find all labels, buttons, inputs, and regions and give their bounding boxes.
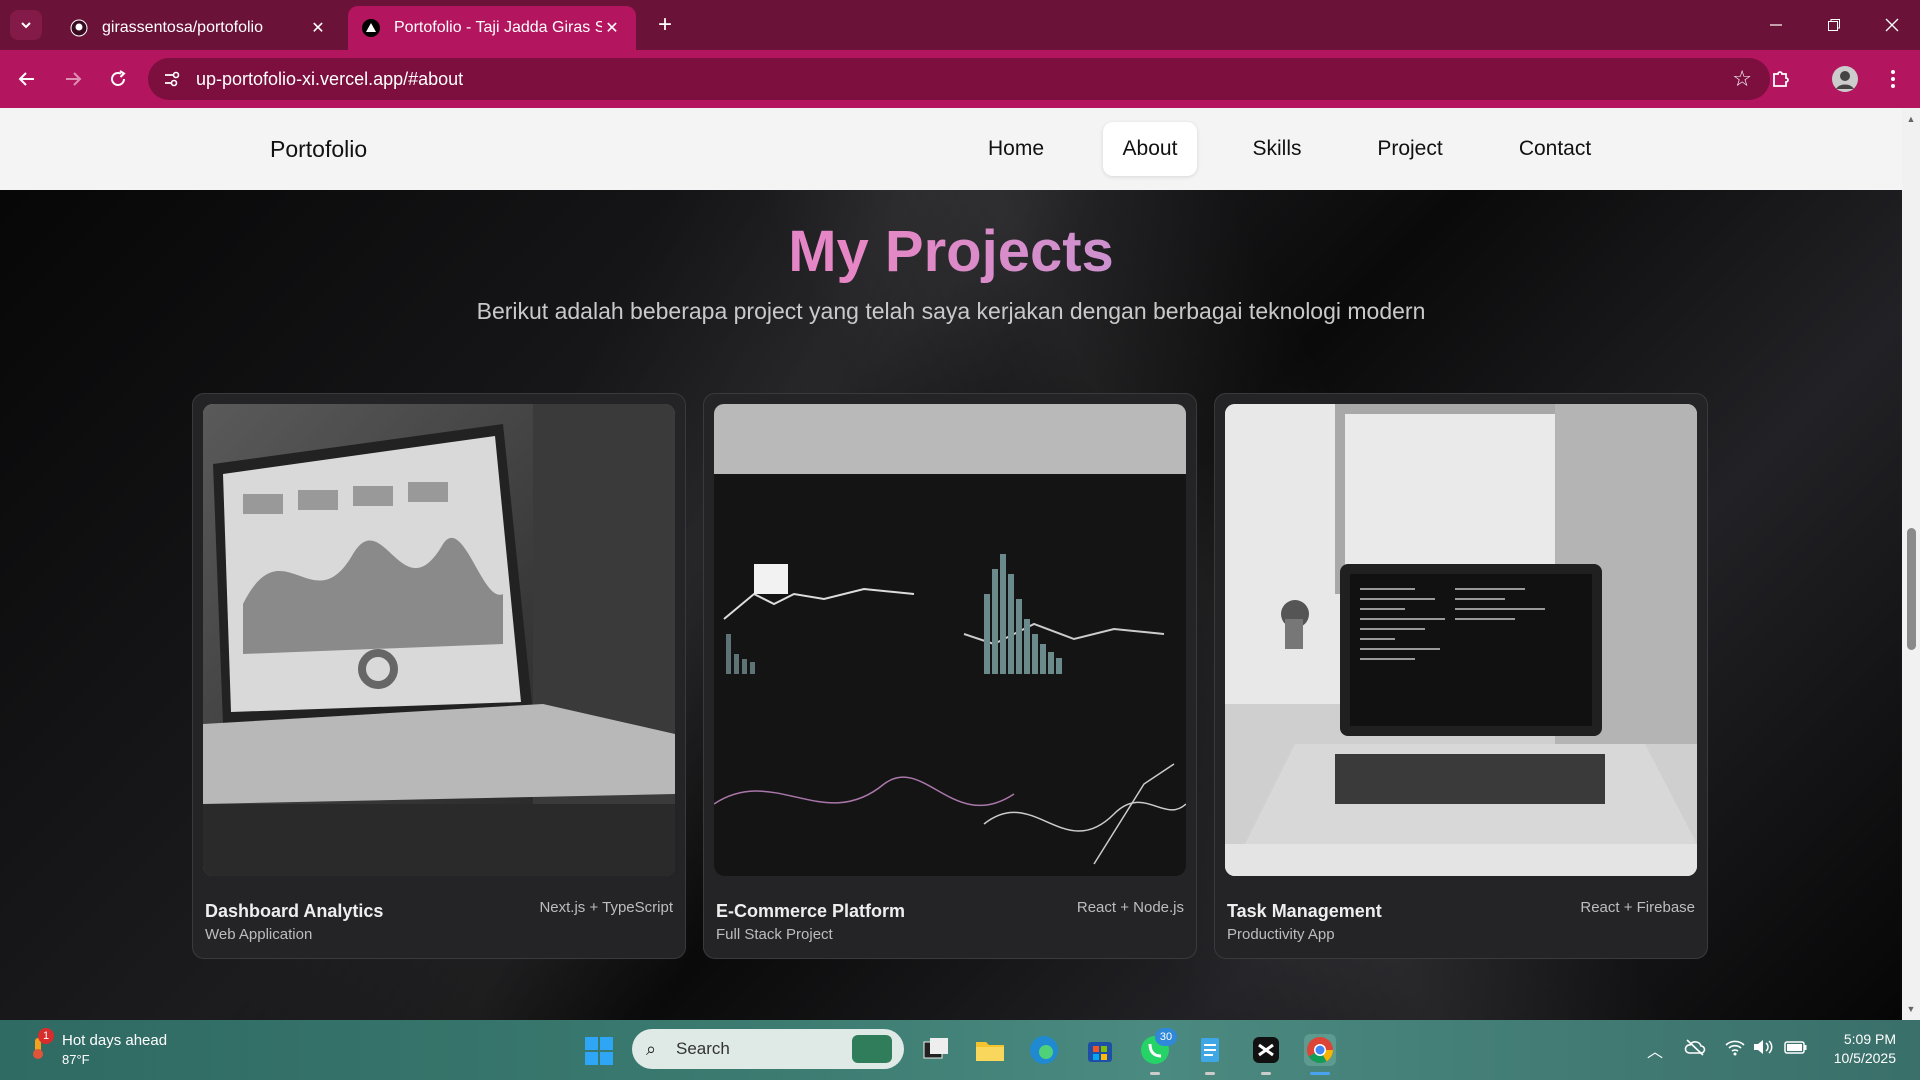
site-navbar: Portofolio Home About Skills Project Con… [0,108,1902,190]
close-icon [1885,18,1899,32]
window-close-button[interactable] [1864,0,1920,50]
minimize-icon [1770,24,1782,26]
projects-title: My Projects [0,218,1902,285]
project-category: Web Application [205,926,313,943]
chevron-up-icon[interactable]: ︿ [1644,1038,1666,1061]
scroll-up-icon[interactable]: ▲ [1906,114,1916,124]
browser-tab-portfolio[interactable]: Portofolio - Taji Jadda Giras Sentosa ✕ [348,6,636,50]
running-indicator [1205,1072,1215,1075]
browser-menu-button[interactable] [1878,64,1908,94]
project-name: Task Management [1227,901,1382,921]
windows-start-icon[interactable] [584,1036,614,1066]
profile-button[interactable] [1830,64,1860,94]
restore-icon [1828,19,1840,31]
weather-title: Hot days ahead [62,1032,168,1049]
restore-button[interactable] [1806,0,1862,50]
arrow-right-icon [66,72,82,86]
project-name: E-Commerce Platform [716,901,906,921]
reload-button[interactable] [103,64,133,94]
tab-search-button[interactable] [10,10,42,40]
onedrive-offline-icon[interactable] [1684,1038,1706,1060]
page-scrollbar[interactable]: ▲ ▼ [1902,108,1920,1020]
project-card-task[interactable]: Task Management Productivity App React +… [1214,393,1708,959]
project-tech: Next.js + TypeScript [539,899,673,916]
taskbar-search-box[interactable]: ⌕ Search [632,1029,904,1069]
laptop-code-photo [1225,404,1697,876]
running-indicator [1150,1072,1160,1075]
puzzle-icon [1773,71,1789,87]
nav-home[interactable]: Home [974,122,1058,176]
project-category: Full Stack Project [716,926,833,943]
extensions-button[interactable] [1766,64,1796,94]
project-tech: React + Firebase [1580,899,1695,916]
project-card-dashboard[interactable]: Dashboard Analytics Web Application Next… [192,393,686,959]
nav-project[interactable]: Project [1365,122,1455,176]
tab-title: Portofolio - Taji Jadda Giras Sentosa [394,19,602,36]
nav-contact[interactable]: Contact [1510,122,1600,176]
search-placeholder: Search [676,1039,730,1058]
address-bar[interactable]: up-portofolio-xi.vercel.app/#about ☆ [148,58,1770,100]
bookmark-star-icon[interactable]: ☆ [1732,66,1752,92]
vercel-icon [362,19,380,37]
battery-icon[interactable] [1784,1038,1807,1060]
url-text[interactable]: up-portofolio-xi.vercel.app/#about [196,69,463,90]
whatsapp-badge: 30 [1155,1028,1177,1046]
page-viewport: Portofolio Home About Skills Project Con… [0,108,1902,1020]
projects-subtitle: Berikut adalah beberapa project yang tel… [476,298,1426,324]
project-card-ecommerce[interactable]: E-Commerce Platform Full Stack Project R… [703,393,1197,959]
nav-about[interactable]: About [1103,122,1197,176]
nav-skills[interactable]: Skills [1240,122,1314,176]
whatsapp-icon[interactable]: 30 [1139,1028,1177,1066]
tab-title: girassentosa/portofolio [102,19,263,36]
more-vertical-icon [1891,70,1895,88]
microsoft-store-icon[interactable] [1084,1034,1116,1066]
weather-temp: 87°F [62,1052,90,1067]
close-icon[interactable]: ✕ [308,18,328,38]
analytics-screen-photo [714,404,1186,876]
arrow-left-icon [18,72,34,86]
chrome-icon[interactable] [1304,1034,1336,1066]
forward-button[interactable] [58,64,88,94]
clock-date: 10/5/2025 [1833,1050,1896,1066]
notepad-icon[interactable] [1194,1034,1226,1066]
laptop-dashboard-photo [203,404,675,876]
back-button[interactable] [12,64,42,94]
site-info-icon[interactable] [162,69,182,89]
active-indicator [1310,1072,1330,1075]
reload-icon [111,70,126,86]
project-category: Productivity App [1227,926,1335,943]
site-brand[interactable]: Portofolio [270,136,367,163]
chevron-down-icon [21,22,31,29]
search-icon: ⌕ [646,1039,657,1059]
windows-taskbar: 1 Hot days ahead 87°F ⌕ Search 30 ︿ 5:09… [0,1020,1920,1080]
project-name: Dashboard Analytics [205,901,384,921]
running-indicator [1261,1072,1271,1075]
avatar-icon [1832,66,1858,92]
browser-toolbar: up-portofolio-xi.vercel.app/#about ☆ [0,50,1920,108]
scroll-down-icon[interactable]: ▼ [1906,1004,1916,1014]
weather-widget[interactable]: 1 Hot days ahead 87°F [26,1028,186,1070]
github-icon [70,19,88,37]
close-icon[interactable]: ✕ [602,18,622,38]
minimize-button[interactable] [1748,0,1804,50]
file-explorer-icon[interactable] [974,1034,1006,1066]
taskbar-clock[interactable]: 5:09 PM 10/5/2025 [1826,1030,1896,1068]
task-view-icon[interactable] [920,1034,952,1066]
search-highlight-icon [852,1035,892,1063]
scrollbar-thumb[interactable] [1907,528,1916,650]
volume-icon[interactable] [1752,1038,1774,1060]
wifi-icon[interactable] [1724,1038,1746,1060]
capcut-icon[interactable] [1250,1034,1282,1066]
new-tab-button[interactable]: + [650,10,680,40]
edge-icon[interactable] [1028,1034,1060,1066]
project-tech: React + Node.js [1076,899,1184,916]
clock-time: 5:09 PM [1843,1031,1896,1047]
weather-alert-badge: 1 [38,1028,54,1044]
browser-tab-github[interactable]: girassentosa/portofolio ✕ [56,6,342,50]
browser-tab-bar: girassentosa/portofolio ✕ Portofolio - T… [0,0,1920,50]
